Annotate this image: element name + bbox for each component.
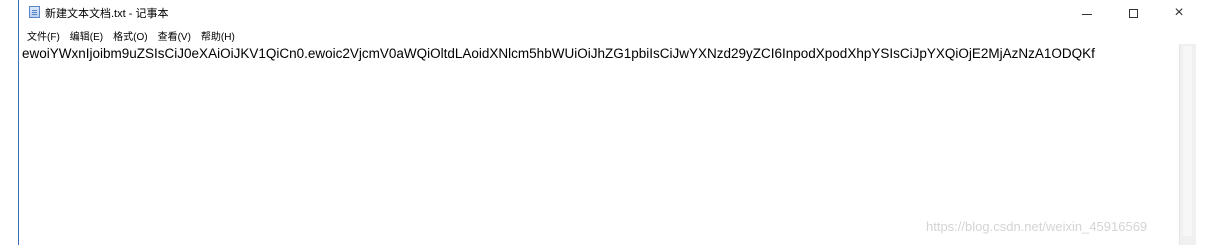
menu-file[interactable]: 文件(F): [27, 28, 60, 43]
close-icon: ×: [1174, 4, 1184, 21]
menu-format[interactable]: 格式(O): [113, 28, 147, 43]
text-editor[interactable]: ewoiYWxnIjoibm9uZSIsCiJ0eXAiOiJKV1QiCn0.…: [19, 44, 1179, 245]
minimize-icon: [1082, 13, 1092, 15]
notepad-icon[interactable]: [29, 6, 40, 18]
notepad-window: 新建文本文档.txt - 记事本 × 文件(F) 编辑(E) 格式(O) 查看(…: [0, 0, 1207, 245]
menu-help[interactable]: 帮助(H): [201, 28, 235, 43]
scrollbar-thumb[interactable]: [1183, 46, 1192, 236]
title-bar[interactable]: 新建文本文档.txt - 记事本 ×: [19, 0, 1207, 26]
maximize-button[interactable]: [1113, 0, 1153, 26]
maximize-icon: [1128, 8, 1138, 18]
menu-bar: 文件(F) 编辑(E) 格式(O) 查看(V) 帮助(H): [19, 26, 1207, 44]
menu-edit[interactable]: 编辑(E): [70, 28, 103, 43]
close-button[interactable]: ×: [1159, 0, 1199, 26]
editor-content: ewoiYWxnIjoibm9uZSIsCiJ0eXAiOiJKV1QiCn0.…: [22, 46, 1095, 61]
window-title: 新建文本文档.txt - 记事本: [45, 8, 169, 20]
watermark: https://blog.csdn.net/weixin_45916569: [926, 219, 1148, 234]
minimize-button[interactable]: [1067, 0, 1107, 26]
menu-view[interactable]: 查看(V): [158, 28, 191, 43]
vertical-scrollbar[interactable]: [1179, 44, 1196, 245]
